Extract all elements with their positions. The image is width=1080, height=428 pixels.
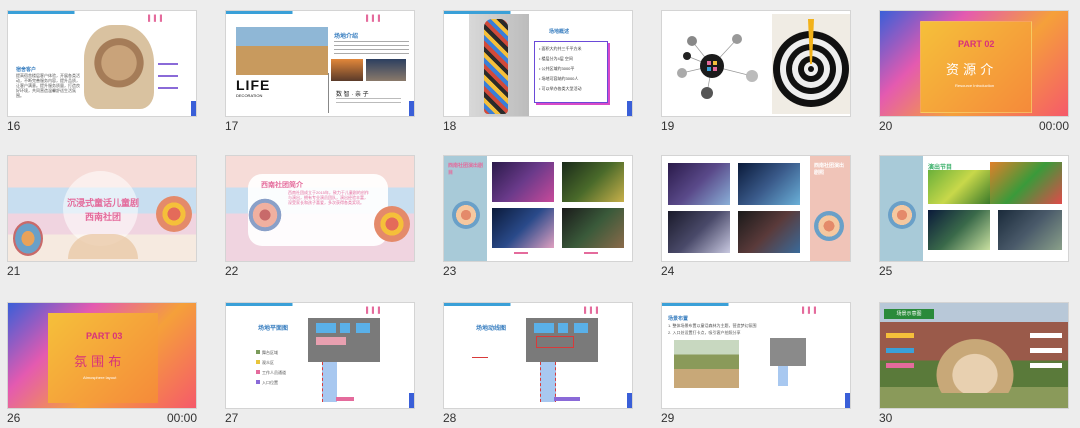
mind-map-diagram [677, 34, 758, 99]
legend-item: 入口位置 [262, 380, 278, 385]
slide-title: 沉浸式童话儿童剧 [66, 198, 139, 208]
slide-thumbnail-27[interactable]: ▌ ▌ ▌ 场地平面图 舞台区域 观众区 工作人员通道 入口位置 [225, 302, 415, 409]
stage-photo [562, 162, 624, 202]
caption: 数 智 · 亲 子 [336, 92, 369, 98]
legend-item: 工作人员通道 [262, 370, 286, 375]
sunset-photo [366, 59, 406, 81]
slide-number: 16 [7, 119, 21, 133]
slide-heading: 场地动线图 [476, 326, 507, 332]
mini-plan [770, 338, 806, 366]
slide-number: 25 [879, 264, 893, 278]
bullet-item: • 场地可容纳约3000人 [539, 76, 579, 81]
slide-number: 17 [225, 119, 239, 133]
show-photo [928, 210, 990, 250]
bullet-item: • 面积大约共三千平方米 [539, 46, 582, 51]
legend-item: 观众区 [262, 360, 274, 365]
slide-thumbnail-30[interactable]: 场景示意图 [879, 302, 1069, 409]
slide-number: 28 [443, 411, 457, 425]
slide-thumbnail-23[interactable]: 西南社团演出剧目 [443, 155, 633, 262]
part-label: PART 02 [958, 39, 995, 49]
slide-number: 21 [7, 264, 21, 278]
slide-number: 26 [7, 411, 21, 425]
stage-photo [562, 208, 624, 248]
slide-body: 西南社团成立于2015年，致力于儿童剧的创作与演出，拥有专业演员团队，演出经验丰… [288, 190, 369, 205]
show-photo [928, 170, 990, 204]
collage-head-image [84, 25, 154, 109]
flower-decoration [13, 221, 43, 256]
slide-number: 30 [879, 411, 893, 425]
bullet-item: • 公共区域约3000平 [539, 66, 575, 71]
camel-desert-photo [236, 27, 328, 75]
part-label: PART 03 [86, 331, 123, 341]
dartboard-photo [772, 14, 850, 114]
slide-thumbnail-22[interactable]: 西南社团简介 西南社团成立于2015年，致力于儿童剧的创作与演出，拥有专业演员团… [225, 155, 415, 262]
slide-number: 24 [661, 264, 675, 278]
slide-thumbnail-19[interactable] [661, 10, 851, 117]
sunset-photo [331, 59, 363, 81]
bullet-item: • 楼层分为4层 空间 [539, 56, 573, 61]
slide-heading: 场景示意图 [884, 309, 934, 319]
bullet-item: 1. 整体场景布置以童话森林为主题，营造梦幻氛围 [668, 323, 757, 328]
slide-number: 20 [879, 119, 893, 133]
slide-heading: 场地介绍 [334, 34, 359, 40]
stage-photo [492, 162, 554, 202]
flower-decoration [246, 196, 284, 234]
slide-subtitle: 西南社团 [84, 212, 121, 222]
slide-thumbnail-17[interactable]: ▌ ▌ ▌ 场地介绍 LIFE DECORATION 数 智 · 亲 子 [225, 10, 415, 117]
stage-photo [492, 208, 554, 248]
flower-decoration [374, 206, 410, 242]
scene-photo [674, 340, 739, 388]
slide-number: 27 [225, 411, 239, 425]
life-subtitle: DECORATION [236, 93, 263, 98]
figure-sculpture [484, 19, 508, 114]
legend-item: 舞台区域 [262, 350, 278, 355]
part-subtitle: Atmosphere layout [83, 375, 117, 380]
stage-photo [738, 211, 800, 253]
slide-thumbnail-16[interactable]: ▌ ▌ ▌ 宿舍客户 提高宿舍楼层客户体验，开展各类活动，不断完善服务内容，提升… [7, 10, 197, 117]
stage-photo [668, 163, 730, 205]
slide-heading: 西南社团演出剧照 [814, 163, 845, 176]
slide-heading: 场地平面图 [258, 326, 289, 332]
timing-label: 00:00 [1039, 119, 1070, 133]
slide-number: 23 [443, 264, 457, 278]
bullet-item: 2. 入口处设置打卡点，吸引客户拍照分享 [668, 330, 741, 335]
show-photo [998, 210, 1062, 250]
stage-photo [738, 163, 800, 205]
slide-number: 19 [661, 119, 675, 133]
life-title: LIFE [236, 77, 271, 93]
flower-decoration [156, 196, 192, 232]
timing-label: 00:00 [167, 411, 198, 425]
slide-thumbnail-26[interactable]: PART 03 氛 围 布 Atmosphere layout [7, 302, 197, 409]
header-mark: ▌ ▌ ▌ [148, 16, 165, 22]
slide-number: 18 [443, 119, 457, 133]
slide-number: 29 [661, 411, 675, 425]
arrow-icon [472, 357, 488, 358]
scene-rendering [930, 333, 1020, 393]
slide-thumbnail-18[interactable]: 场地概述 • 面积大约共三千平方米 • 楼层分为4层 空间 • 公共区域约300… [443, 10, 633, 117]
slide-thumbnail-21[interactable]: 沉浸式童话儿童剧 西南社团 [7, 155, 197, 262]
stage-photo [668, 211, 730, 253]
slide-thumbnail-29[interactable]: ▌ ▌ ▌ 场景布置 1. 整体场景布置以童话森林为主题，营造梦幻氛围 2. 入… [661, 302, 851, 409]
bullet-item: • 可以举办各类大型活动 [539, 86, 582, 91]
slide-number: 22 [225, 264, 239, 278]
slide-heading: 宿舍客户 [16, 67, 37, 73]
slide-heading: 场景布置 [668, 316, 689, 322]
slide-thumbnail-20[interactable]: PART 02 资 源 介 Resource Introduction [879, 10, 1069, 117]
show-photo [990, 162, 1062, 204]
slide-thumbnail-25[interactable]: 演出节目 [879, 155, 1069, 262]
part-title: 氛 围 布 [74, 355, 122, 370]
part-title: 资 源 介 [946, 63, 994, 78]
slide-thumbnail-24[interactable]: 西南社团演出剧照 [661, 155, 851, 262]
slide-thumbnail-28[interactable]: ▌ ▌ ▌ 场地动线图 [443, 302, 633, 409]
part-subtitle: Resource Introduction [955, 83, 995, 88]
slide-body: 提高宿舍楼层客户体验，开展各类活动，不断完善服务内容，提升品质，让客户满意。提升… [16, 73, 80, 98]
slide-heading: 西南社团演出剧目 [448, 163, 484, 176]
slide-heading: 场地概述 [549, 29, 570, 35]
slide-heading: 西南社团简介 [261, 182, 303, 189]
